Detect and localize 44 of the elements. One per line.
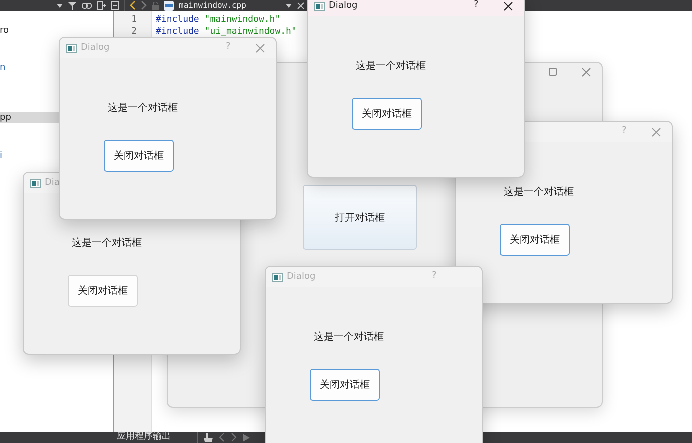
- close-icon[interactable]: [504, 2, 513, 11]
- window-title: Dialog: [287, 272, 316, 282]
- close-dialog-button[interactable]: 关闭对话框: [500, 224, 570, 256]
- open-dialog-button[interactable]: 打开对话框: [303, 185, 417, 250]
- tree-item[interactable]: ro: [0, 26, 10, 36]
- maximize-icon[interactable]: [549, 68, 557, 76]
- line-number: 1: [132, 14, 137, 26]
- window-title: Dialog: [329, 1, 358, 11]
- help-button[interactable]: ?: [474, 0, 479, 11]
- window-icon: [314, 2, 325, 10]
- dialog-message: 这是一个对话框: [72, 238, 142, 250]
- tree-item[interactable]: i: [0, 150, 3, 160]
- dialog-message: 这是一个对话框: [504, 187, 574, 199]
- close-dialog-button[interactable]: 关闭对话框: [352, 98, 422, 130]
- line-number: 2: [132, 26, 137, 38]
- file-icon: [164, 0, 174, 10]
- tree-item[interactable]: n: [0, 62, 6, 72]
- window-title: Dia: [45, 178, 60, 188]
- close-dialog-button[interactable]: 关闭对话框: [68, 275, 138, 307]
- tree-item[interactable]: pp: [0, 112, 12, 122]
- forward-icon[interactable]: [231, 433, 237, 442]
- window-title: Dialog: [81, 43, 110, 53]
- forward-icon[interactable]: [141, 1, 147, 10]
- window-icon: [30, 178, 41, 188]
- split-icon[interactable]: [97, 1, 106, 10]
- dialog-message: 这是一个对话框: [314, 332, 384, 344]
- back-icon[interactable]: [130, 1, 136, 10]
- window-icon: [272, 272, 283, 282]
- code-line: #include "ui_mainwindow.h": [156, 26, 297, 38]
- link-icon[interactable]: [82, 2, 92, 8]
- run-icon[interactable]: [243, 434, 250, 442]
- dialog-message: 这是一个对话框: [356, 61, 426, 73]
- output-pane-title[interactable]: 应用程序输出: [117, 432, 171, 443]
- close-dialog-button[interactable]: 关闭对话框: [310, 369, 380, 401]
- code-line: #include "mainwindow.h": [156, 14, 282, 26]
- lock-icon: [152, 2, 159, 10]
- file-tab[interactable]: mainwindow.cpp: [179, 0, 246, 10]
- dialog-message: 这是一个对话框: [108, 103, 178, 115]
- close-pane-icon[interactable]: [111, 1, 119, 10]
- caret-icon[interactable]: [57, 2, 63, 8]
- window-icon: [66, 44, 77, 52]
- close-dialog-button[interactable]: 关闭对话框: [104, 140, 174, 172]
- dropdown-icon[interactable]: [286, 2, 292, 8]
- back-icon[interactable]: [219, 433, 225, 442]
